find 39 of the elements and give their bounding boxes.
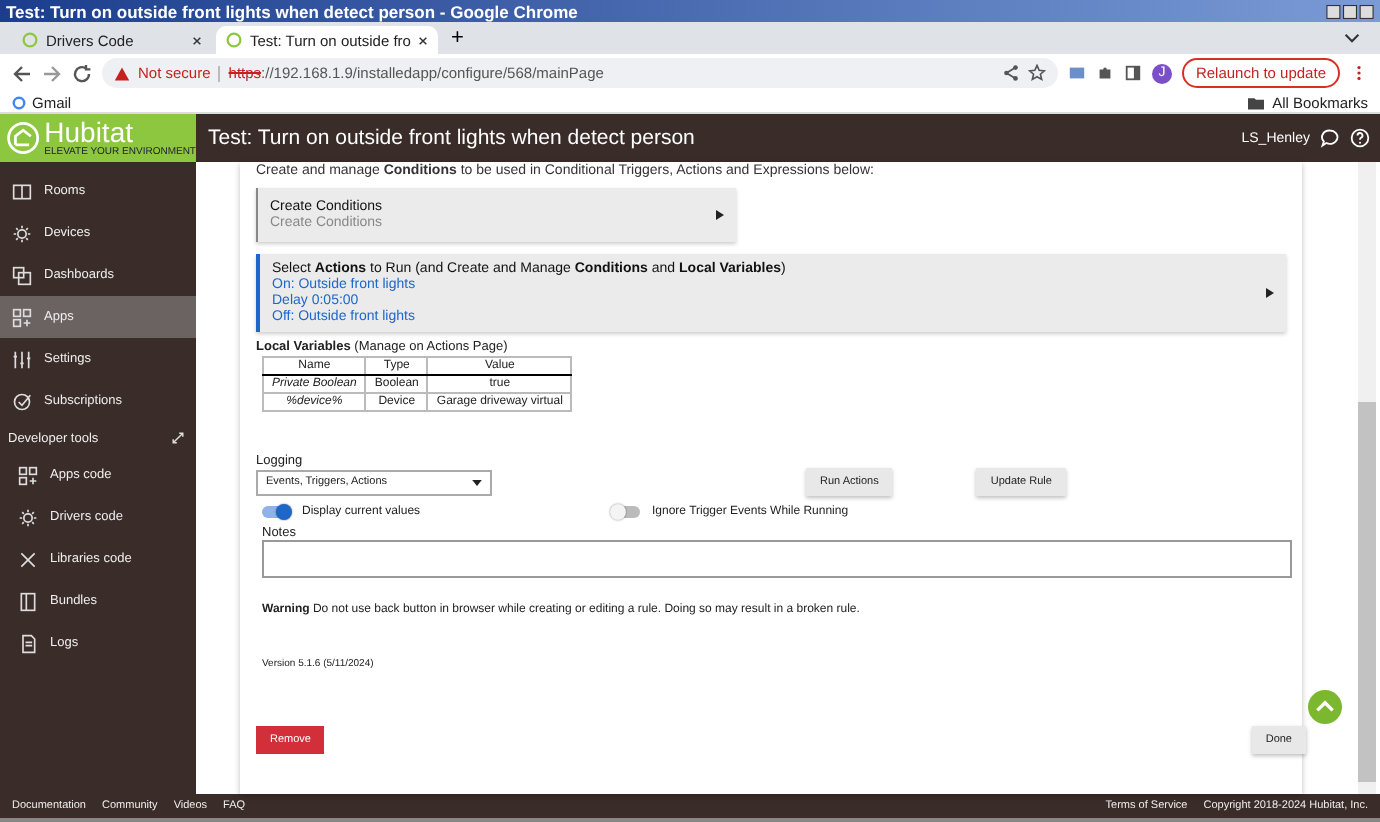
share-icon[interactable] [1001, 64, 1020, 82]
sliders-icon [12, 349, 32, 369]
dashboards-icon [12, 265, 32, 285]
help-icon[interactable] [1350, 128, 1370, 148]
window-title: Test: Turn on outside front lights when detect person - Google Chrome [6, 1, 580, 21]
hubitat-favicon-icon [22, 32, 38, 48]
star-icon[interactable] [1027, 64, 1046, 82]
toggle-switch[interactable] [262, 506, 290, 518]
document-icon [18, 633, 38, 653]
caret-icon [472, 479, 482, 485]
reload-icon[interactable] [72, 63, 92, 83]
book-icon [18, 591, 38, 611]
close-icon[interactable] [192, 35, 202, 45]
check-circle-icon [12, 391, 32, 411]
bulb-icon [12, 223, 32, 243]
chat-bubble-icon[interactable] [1320, 128, 1340, 148]
bookmark-favicon-icon [12, 96, 26, 111]
apps-grid-icon [18, 465, 38, 485]
expand-arrows-icon[interactable] [172, 432, 184, 444]
rooms-icon [12, 181, 32, 201]
apps-grid-icon [12, 307, 32, 327]
chevron-down-icon[interactable] [1344, 32, 1360, 44]
side-panel-icon[interactable] [1123, 64, 1142, 82]
triangle-right-icon [1266, 288, 1274, 298]
new-tab-button[interactable]: + [442, 26, 472, 50]
scrollbar[interactable] [1358, 162, 1376, 794]
hubitat-favicon-icon [226, 32, 242, 48]
close-icon[interactable] [418, 35, 429, 45]
page-title: Test: Turn on outside front lights when detect person [208, 126, 695, 150]
toggle-switch[interactable] [612, 506, 640, 518]
bulb-icon [18, 507, 38, 527]
house-circle-icon [6, 120, 41, 156]
notes-field[interactable] [262, 540, 1292, 578]
triangle-right-icon [716, 210, 724, 220]
forward-arrow-icon[interactable] [42, 63, 62, 83]
logo-text: Hubitat [44, 118, 133, 146]
back-arrow-icon[interactable] [12, 63, 32, 83]
warning-icon [114, 65, 130, 81]
window-controls-icon[interactable] [1326, 3, 1374, 19]
